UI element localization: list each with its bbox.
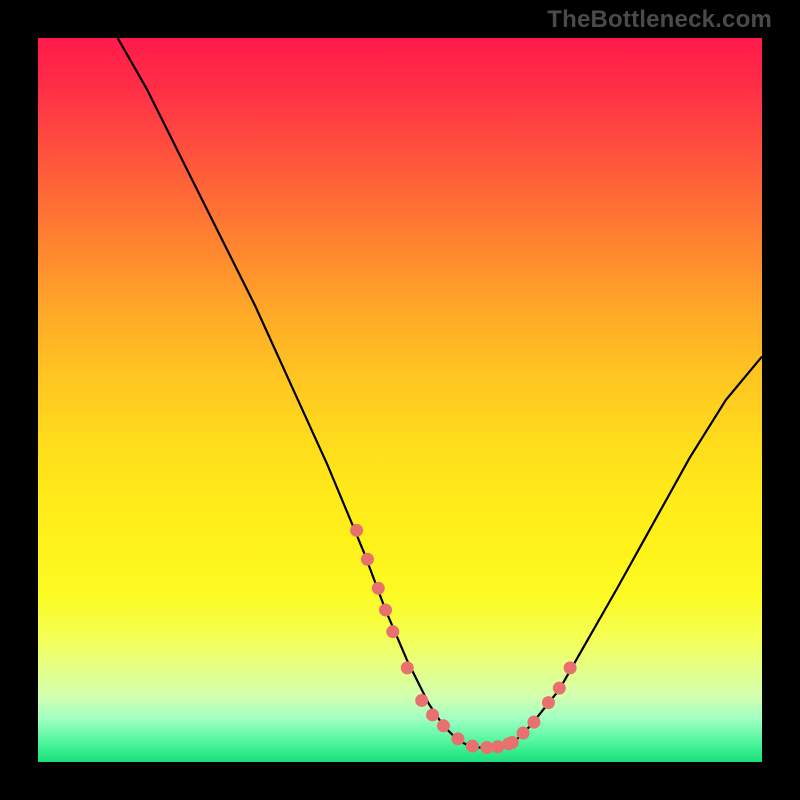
marker-point xyxy=(379,603,392,616)
marker-point xyxy=(415,694,428,707)
marker-point xyxy=(426,708,439,721)
marker-point xyxy=(553,682,566,695)
bottleneck-curve-line xyxy=(118,38,762,748)
marker-point xyxy=(542,696,555,709)
marker-point xyxy=(451,732,464,745)
marker-point xyxy=(466,740,479,753)
watermark-text: TheBottleneck.com xyxy=(547,6,772,34)
marker-point xyxy=(350,524,363,537)
chart-svg xyxy=(38,38,762,762)
marker-point xyxy=(386,625,399,638)
marker-point xyxy=(437,719,450,732)
highlight-markers xyxy=(350,524,577,754)
marker-point xyxy=(564,661,577,674)
chart-plot-area xyxy=(38,38,762,762)
marker-point xyxy=(506,736,519,749)
page-frame: TheBottleneck.com xyxy=(0,0,800,800)
marker-point xyxy=(527,716,540,729)
marker-point xyxy=(372,582,385,595)
marker-point xyxy=(517,727,530,740)
marker-point xyxy=(491,740,504,753)
marker-point xyxy=(401,661,414,674)
marker-point xyxy=(361,553,374,566)
